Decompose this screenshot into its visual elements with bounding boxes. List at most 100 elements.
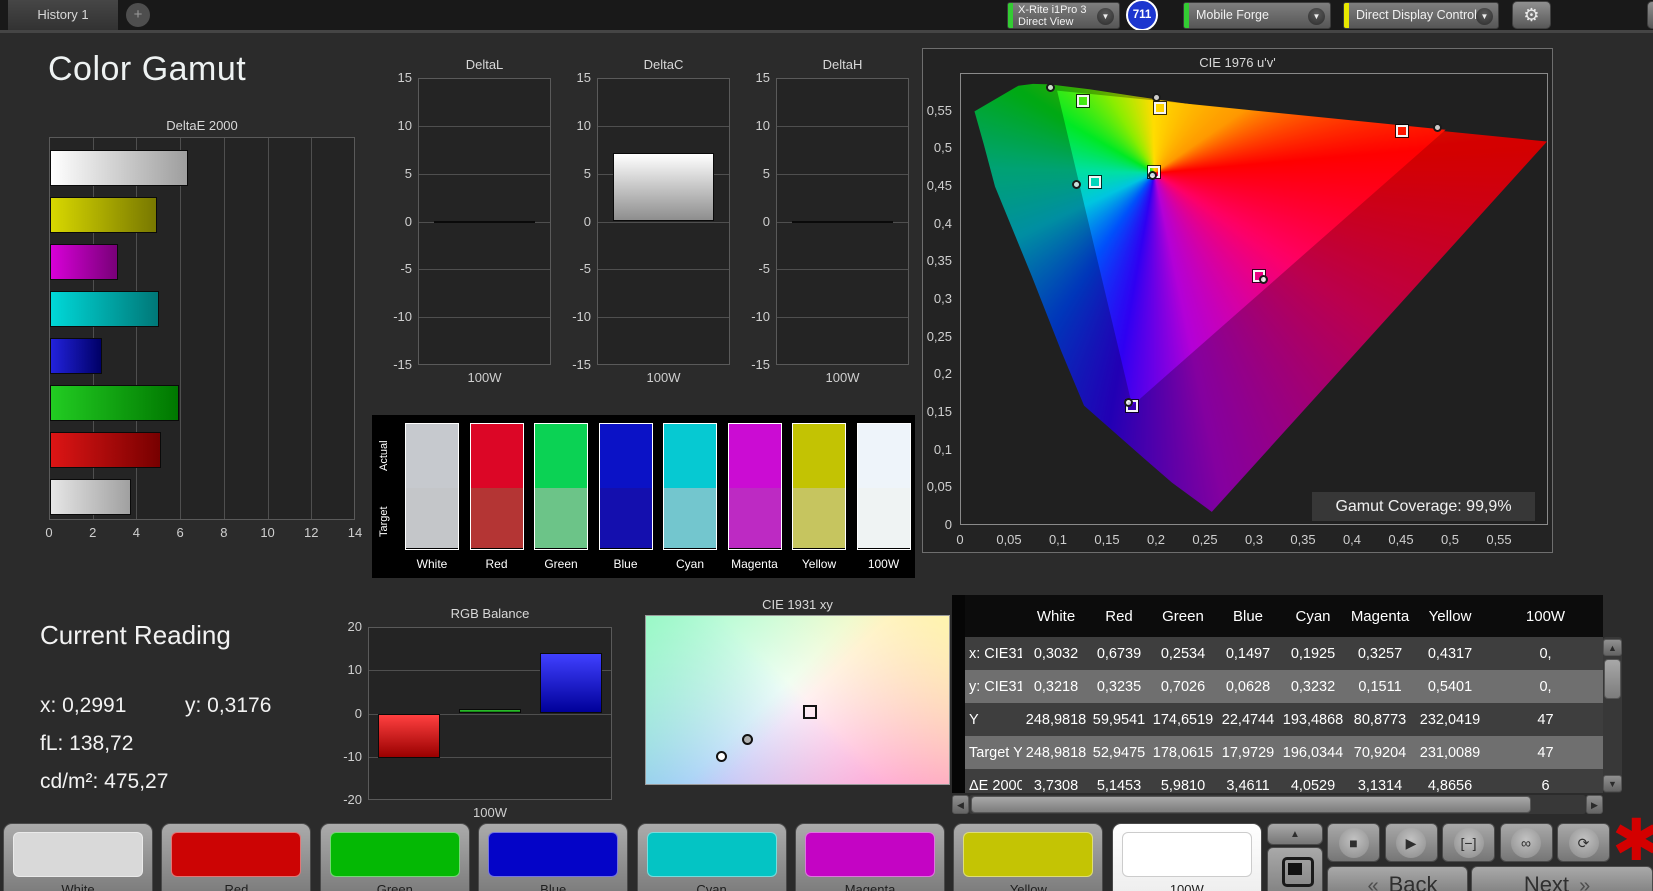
table-cell: 0,1925: [1290, 645, 1336, 662]
gridline: [598, 317, 729, 319]
loop-icon: ∞: [1511, 828, 1541, 858]
scroll-up-button[interactable]: ▲: [1603, 639, 1622, 656]
swatch-Blue: [598, 423, 653, 550]
deltaH-title: DeltaH: [822, 57, 863, 72]
add-tab-button[interactable]: +: [126, 3, 150, 27]
settings-button[interactable]: ⚙: [1512, 1, 1551, 29]
table-cell: 0,4317: [1427, 645, 1473, 662]
deltae-bar-Green: [50, 385, 179, 421]
cie1976-x-tick: 0,2: [1146, 532, 1166, 547]
pattern-button-Green[interactable]: Green: [319, 823, 470, 891]
loop-button[interactable]: ∞: [1499, 823, 1553, 862]
stop-button[interactable]: ■: [1327, 823, 1380, 862]
table-vscrollbar-thumb[interactable]: [1604, 659, 1621, 699]
y-axis-tick-label: -10: [751, 309, 770, 325]
pattern-button-Red[interactable]: Red: [161, 823, 312, 891]
table-header-cell: 100W: [1488, 595, 1603, 637]
table-hscrollbar-thumb[interactable]: [971, 796, 1531, 813]
table-header-cell: Blue: [1218, 595, 1278, 637]
workflow-dropdown-label: Direct Display Control: [1356, 8, 1477, 22]
y-axis-tick-label: 0: [583, 213, 591, 229]
y-axis-tick-label: -5: [400, 261, 412, 277]
topbar-separator: [0, 30, 1653, 33]
tab-history-1[interactable]: History 1: [8, 0, 118, 30]
table-cell: 248,9818: [1025, 744, 1087, 761]
gear-icon: ⚙: [1523, 5, 1540, 25]
pattern-button-Yellow[interactable]: Yellow: [953, 823, 1104, 891]
swatch-label: Blue: [613, 557, 638, 571]
cie1976-target-marker: [1076, 94, 1089, 107]
cie1976-y-tick: 0,3: [933, 291, 952, 306]
cie1976-x-tick: 0,3: [1244, 532, 1264, 547]
pattern-button-Blue[interactable]: Blue: [478, 823, 629, 891]
swatch-actual-Blue: [599, 424, 652, 488]
table-cell: 174,6519: [1152, 711, 1214, 728]
partial-toolbar-button[interactable]: [1647, 1, 1653, 29]
refresh-button[interactable]: ⟳: [1557, 823, 1610, 862]
pattern-button-White[interactable]: White: [3, 823, 153, 891]
back-button[interactable]: « Back: [1327, 866, 1468, 891]
chevron-down-icon: ▼: [1097, 8, 1114, 25]
deltae-bar-Blue: [50, 338, 103, 374]
scroll-down-button[interactable]: ▼: [1603, 775, 1622, 792]
workflow-dropdown[interactable]: Direct Display Control ▼: [1343, 2, 1499, 29]
pattern-button-Cyan[interactable]: Cyan: [636, 823, 787, 891]
x-axis-tick-label: 8: [220, 525, 228, 540]
cie1976-target-marker: [1089, 176, 1102, 189]
y-axis-tick-label: 10: [347, 662, 362, 678]
swatch-actual-Green: [535, 424, 587, 488]
swatch-label: Red: [485, 557, 508, 571]
actual-row-label: Actual: [378, 440, 390, 472]
gridline: [419, 173, 550, 175]
y-axis-tick-label: 10: [397, 117, 412, 133]
y-axis-tick-label: 15: [397, 70, 412, 85]
next-chevron-icon: »: [1579, 875, 1591, 891]
x-axis-tick-label: 2: [89, 525, 97, 540]
deltaH-bar-100W: [791, 221, 894, 224]
x-axis-tick-label: 12: [304, 525, 319, 540]
scroll-left-button[interactable]: ◀: [952, 795, 969, 814]
y-axis-tick-label: 20: [347, 619, 362, 634]
x-axis-label: 100W: [825, 370, 860, 385]
table-cell: 0,2534: [1160, 645, 1206, 662]
workflow-status-accent: [1344, 3, 1349, 28]
play-button[interactable]: ▶: [1384, 823, 1438, 862]
cie1976-x-tick: 0,1: [1048, 532, 1068, 547]
pattern-up-button[interactable]: ▲: [1267, 823, 1323, 845]
swatch-Cyan: [663, 423, 717, 550]
swatch-target-Green: [535, 488, 587, 548]
source-dropdown[interactable]: Mobile Forge ▼: [1183, 2, 1331, 29]
pattern-button-100W[interactable]: 100W: [1111, 823, 1262, 891]
pattern-window-button[interactable]: [1267, 847, 1323, 891]
deltae2000-title: DeltaE 2000: [166, 118, 238, 133]
x-axis-label: 100W: [467, 370, 502, 385]
deltae-bar-White: [50, 479, 131, 515]
table-cell: 0,6739: [1096, 645, 1142, 662]
step-button[interactable]: [−]: [1442, 823, 1495, 862]
y-axis-tick-label: 5: [404, 165, 412, 181]
gamut-coverage-label: Gamut Coverage: 99,9%: [1312, 492, 1535, 521]
pattern-color-patch: [646, 832, 777, 877]
table-cell: 4,8656: [1427, 777, 1473, 794]
pattern-button-Magenta[interactable]: Magenta: [795, 823, 945, 891]
swatch-label: 100W: [867, 557, 900, 571]
swatch-label: Yellow: [801, 557, 837, 571]
table-cell: 3,7308: [1033, 777, 1079, 794]
table-row-label: Target Y: [969, 744, 1022, 761]
cie1976-x-tick: 0,4: [1342, 532, 1362, 547]
meter-count-badge[interactable]: 711: [1126, 0, 1158, 31]
y-axis-tick-label: -15: [572, 357, 591, 372]
gridline: [419, 317, 550, 319]
deltae-bar-100W: [50, 150, 188, 186]
next-button[interactable]: Next »: [1471, 866, 1653, 891]
actual-target-swatch-strip: Actual Target White Red Green Blue Cyan Magenta…: [372, 415, 915, 578]
swatch-target-Blue: [599, 488, 652, 548]
meter-dropdown[interactable]: X-Rite i1Pro 3 Direct View ▼: [1007, 2, 1120, 29]
scroll-right-button[interactable]: ▶: [1586, 795, 1603, 814]
deltaC-title: DeltaC: [643, 57, 684, 72]
swatch-label: Magenta: [731, 557, 778, 571]
swatch-target-Yellow: [793, 488, 845, 548]
table-header-cell: Magenta: [1348, 595, 1412, 637]
gridline: [598, 221, 729, 223]
top-tab-bar: History 1 + X-Rite i1Pro 3 Direct View ▼…: [0, 0, 1653, 31]
